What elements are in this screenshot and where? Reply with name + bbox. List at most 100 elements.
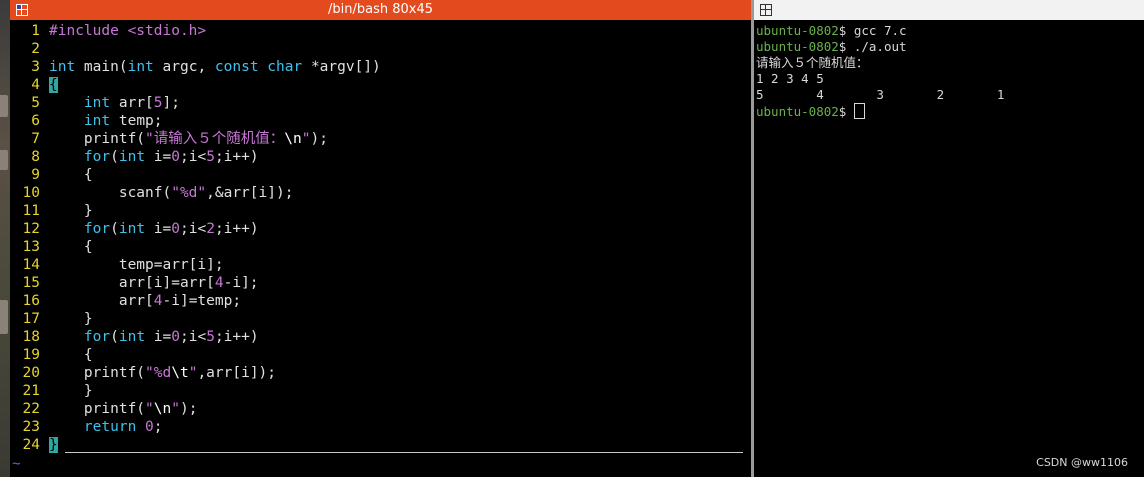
line-number: 9 (31, 167, 40, 183)
editor-divider (65, 452, 743, 453)
code-text[interactable]: int main(int argc, const char *argv[]) (49, 58, 381, 76)
line-number: 3 (31, 59, 40, 75)
terminal-line: ubuntu-0802$ (756, 103, 865, 119)
empty-line-tilde: ~ (12, 456, 21, 472)
dock-item[interactable] (0, 150, 8, 170)
line-number: 10 (22, 185, 40, 201)
terminal-line: 5 4 3 2 1 (756, 87, 1004, 103)
code-text[interactable]: printf("%d\t",arr[i]); (49, 364, 276, 382)
line-number: 16 (22, 293, 40, 309)
code-text[interactable]: } (49, 382, 93, 400)
terminal-text: 1 2 3 4 5 (756, 71, 824, 86)
code-text[interactable]: for(int i=0;i<5;i++) (49, 148, 259, 166)
line-number: 5 (31, 95, 40, 111)
prompt-host: ubuntu-0802 (756, 39, 839, 54)
terminal-text: 请输入５个随机值： (756, 55, 869, 70)
terminal-cursor[interactable] (853, 103, 865, 119)
line-number: 17 (22, 311, 40, 327)
line-number: 4 (31, 77, 40, 93)
code-line[interactable]: 19 { (10, 346, 93, 364)
code-line[interactable]: 15 arr[i]=arr[4-i]; (10, 274, 259, 292)
code-text[interactable]: int temp; (49, 112, 163, 130)
line-number: 23 (22, 419, 40, 435)
right-terminal-titlebar[interactable] (754, 0, 1144, 20)
code-text[interactable]: scanf("%d",&arr[i]); (49, 184, 294, 202)
code-text[interactable]: } (49, 310, 93, 328)
terminal-text: $ gcc 7.c (838, 23, 907, 38)
code-line[interactable]: 17 } (10, 310, 93, 328)
code-text[interactable]: { (49, 76, 58, 94)
code-line[interactable]: 24} (10, 436, 58, 454)
code-line[interactable]: 1 #include <stdio.h> (10, 22, 206, 40)
code-line[interactable]: 20 printf("%d\t",arr[i]); (10, 364, 276, 382)
code-text[interactable]: for(int i=0;i<2;i++) (49, 220, 259, 238)
code-text[interactable]: } (49, 202, 93, 220)
line-number: 8 (31, 149, 40, 165)
left-terminal-window[interactable]: /bin/bash 80x45 1 #include <stdio.h> 2 3 int… (10, 0, 751, 477)
line-number: 7 (31, 131, 40, 147)
line-number: 6 (31, 113, 40, 129)
code-text[interactable]: printf("请输入５个随机值：\n"); (49, 130, 328, 148)
desktop-dock-strip (0, 0, 10, 477)
code-text[interactable]: int arr[5]; (49, 94, 180, 112)
code-line[interactable]: 4{ (10, 76, 58, 94)
code-line[interactable]: 9 { (10, 166, 92, 184)
terminal-line: 请输入５个随机值： (756, 55, 869, 71)
code-line[interactable]: 22 printf("\n"); (10, 400, 198, 418)
prompt-host: ubuntu-0802 (756, 104, 839, 119)
code-line[interactable]: 13 { (10, 238, 93, 256)
line-number: 13 (22, 239, 40, 255)
terminal-line: ubuntu-0802$ gcc 7.c (756, 23, 907, 39)
code-text[interactable]: return 0; (49, 418, 163, 436)
code-text[interactable]: printf("\n"); (49, 400, 198, 418)
dock-item[interactable] (0, 95, 8, 117)
tile-layout-icon[interactable] (760, 4, 772, 16)
code-line[interactable]: 18 for(int i=0;i<5;i++) (10, 328, 259, 346)
line-number: 11 (22, 203, 40, 219)
line-number: 18 (22, 329, 40, 345)
code-line[interactable]: 8 for(int i=0;i<5;i++) (10, 148, 258, 166)
prompt-host: ubuntu-0802 (756, 23, 839, 38)
code-line[interactable]: 2 (10, 40, 40, 58)
left-terminal-titlebar[interactable]: /bin/bash 80x45 (10, 0, 751, 20)
code-text[interactable]: arr[4-i]=temp; (49, 292, 241, 310)
line-number: 15 (22, 275, 40, 291)
code-line[interactable]: 14 temp=arr[i]; (10, 256, 224, 274)
vim-editor[interactable]: 1 #include <stdio.h> 2 3 int main(int argc, … (10, 22, 751, 477)
code-text[interactable]: { (49, 166, 93, 184)
line-number: 14 (22, 257, 40, 273)
right-terminal-window[interactable]: ubuntu-0802$ gcc 7.c ubuntu-0802$ ./a.out… (754, 0, 1144, 477)
line-number: 1 (31, 23, 40, 39)
terminal-text: $ ./a.out (838, 39, 907, 54)
code-text[interactable]: for(int i=0;i<5;i++) (49, 328, 259, 346)
line-number: 20 (22, 365, 40, 381)
code-text[interactable]: { (49, 346, 93, 364)
terminal-line: ubuntu-0802$ ./a.out (756, 39, 907, 55)
code-line[interactable]: 12 for(int i=0;i<2;i++) (10, 220, 259, 238)
terminal-text: 5 4 3 2 1 (756, 87, 1005, 102)
dock-item[interactable] (0, 300, 8, 334)
line-number: 2 (31, 41, 40, 57)
line-number: 21 (22, 383, 40, 399)
line-number: 24 (22, 437, 40, 453)
code-text[interactable]: #include <stdio.h> (49, 22, 206, 40)
code-line[interactable]: 11 } (10, 202, 93, 220)
code-text[interactable]: } (49, 436, 58, 454)
code-line[interactable]: 23 return 0; (10, 418, 163, 436)
code-text[interactable]: temp=arr[i]; (49, 256, 224, 274)
code-line[interactable]: 7 printf("请输入５个随机值：\n"); (10, 130, 328, 148)
line-number: 12 (22, 221, 40, 237)
window-title: /bin/bash 80x45 (327, 2, 433, 17)
code-line[interactable]: 6 int temp; (10, 112, 162, 130)
tile-layout-icon[interactable] (16, 4, 28, 16)
code-line[interactable]: 10 scanf("%d",&arr[i]); (10, 184, 294, 202)
code-line[interactable]: 21 } (10, 382, 93, 400)
code-text[interactable]: arr[i]=arr[4-i]; (49, 274, 259, 292)
watermark: CSDN @ww1106 (1036, 456, 1128, 469)
terminal-text: $ (838, 104, 854, 119)
code-line[interactable]: 16 arr[4-i]=temp; (10, 292, 242, 310)
code-line[interactable]: 3 int main(int argc, const char *argv[]) (10, 58, 381, 76)
code-text[interactable]: { (49, 238, 93, 256)
line-number: 19 (22, 347, 40, 363)
code-line[interactable]: 5 int arr[5]; (10, 94, 180, 112)
